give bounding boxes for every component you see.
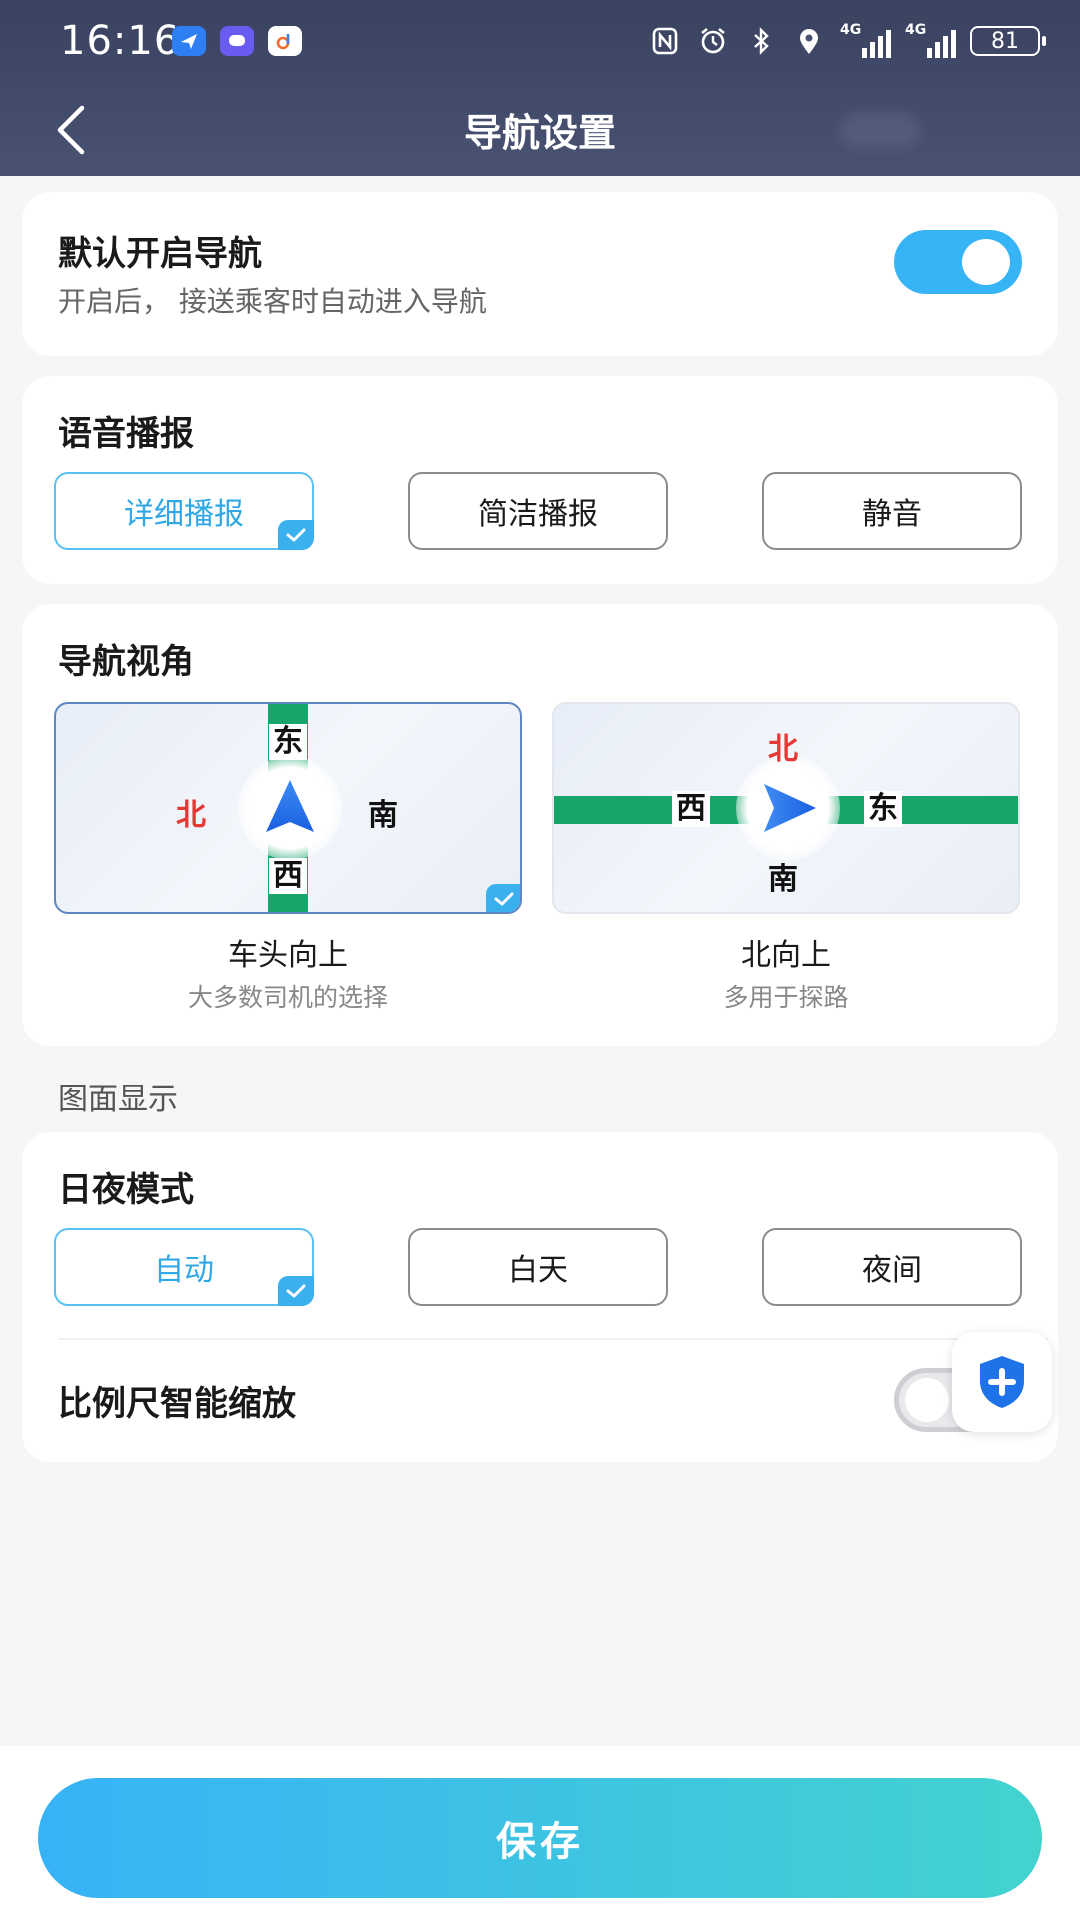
display-card: 日夜模式 自动 白天 夜间 比例尺智能缩放 [22, 1132, 1058, 1462]
voice-card: 语音播报 详细播报 简洁播报 静音 [22, 376, 1058, 584]
nav-view-title: 导航视角 [58, 642, 194, 682]
save-button[interactable]: 保存 [38, 1778, 1042, 1898]
voice-title: 语音播报 [58, 414, 194, 454]
day-night-option-label: 白天 [508, 1253, 568, 1288]
day-night-option-day[interactable]: 白天 [408, 1228, 668, 1306]
toggle-knob [962, 239, 1010, 285]
nav-view-north-up-tile[interactable]: 北 西 东 南 [552, 702, 1020, 914]
nav-header: 导航设置 [0, 84, 1080, 176]
scale-zoom-title: 比例尺智能缩放 [58, 1384, 296, 1424]
checkmark-icon [278, 520, 314, 550]
divider [58, 1338, 1048, 1340]
checkmark-icon [278, 1276, 314, 1306]
toggle-knob [905, 1378, 949, 1422]
dir-left-label: 西 [672, 791, 710, 827]
north-up-sub: 多用于探路 [723, 983, 849, 1012]
dir-bottom-label: 西 [269, 858, 307, 894]
system-icons: 4G 4G 81 [648, 22, 1046, 58]
dir-top-label: 东 [269, 724, 307, 760]
default-nav-title: 默认开启导航 [58, 234, 262, 274]
voice-option-label: 简洁播报 [478, 497, 598, 532]
bluetooth-icon [744, 24, 778, 58]
signal-4g-icon: 4G [840, 22, 891, 58]
status-time: 16:16 [60, 18, 181, 64]
signal-1-label: 4G [840, 22, 862, 38]
nav-view-heading-up-tile[interactable]: 东 北 南 西 [54, 702, 522, 914]
shield-plus-icon [980, 1356, 1024, 1408]
dir-left-label: 北 [176, 798, 206, 833]
status-bar: 16:16 4G 4G 81 [0, 0, 1080, 84]
voice-option-detailed[interactable]: 详细播报 [54, 472, 314, 550]
car-arrow-right-icon [764, 784, 816, 832]
notification-icons [172, 26, 302, 56]
day-night-option-label: 自动 [154, 1253, 214, 1288]
day-night-option-auto[interactable]: 自动 [54, 1228, 314, 1306]
checkmark-icon [486, 884, 520, 912]
voice-option-label: 详细播报 [124, 497, 244, 532]
car-arrow-up-icon [266, 780, 314, 832]
default-nav-toggle[interactable] [894, 230, 1022, 294]
security-float-button[interactable] [952, 1332, 1052, 1432]
voice-option-label: 静音 [862, 497, 922, 532]
day-night-title: 日夜模式 [58, 1170, 194, 1210]
nav-view-card: 导航视角 东 北 南 西 车头向上 大多数司机的选择 北 西 东 南 北向上 多… [22, 604, 1058, 1046]
day-night-option-night[interactable]: 夜间 [762, 1228, 1022, 1306]
voice-option-mute[interactable]: 静音 [762, 472, 1022, 550]
day-night-option-label: 夜间 [862, 1253, 922, 1288]
voice-option-concise[interactable]: 简洁播报 [408, 472, 668, 550]
didi-notification-icon [268, 26, 302, 56]
nfc-icon [648, 24, 682, 58]
display-section-label: 图面显示 [58, 1082, 178, 1117]
signal-4g-icon-2: 4G [905, 22, 956, 58]
signal-2-label: 4G [905, 22, 927, 38]
dir-right-label: 东 [864, 791, 902, 827]
top-bar: 16:16 4G 4G 81 导航设置 [0, 0, 1080, 176]
blurred-element [840, 112, 920, 148]
battery-level: 81 [991, 28, 1019, 54]
location-icon [792, 24, 826, 58]
dir-top-label: 北 [768, 732, 798, 767]
app-notification-icon [172, 26, 206, 56]
dir-right-label: 南 [368, 798, 398, 833]
heading-up-sub: 大多数司机的选择 [187, 983, 388, 1012]
north-up-label: 北向上 [741, 938, 831, 973]
battery-icon: 81 [970, 26, 1046, 56]
default-nav-card: 默认开启导航 开启后， 接送乘客时自动进入导航 [22, 192, 1058, 356]
default-nav-subtitle: 开启后， 接送乘客时自动进入导航 [58, 285, 487, 318]
chat-notification-icon [220, 26, 254, 56]
heading-up-label: 车头向上 [228, 938, 348, 973]
dir-bottom-label: 南 [768, 862, 798, 897]
alarm-icon [696, 24, 730, 58]
